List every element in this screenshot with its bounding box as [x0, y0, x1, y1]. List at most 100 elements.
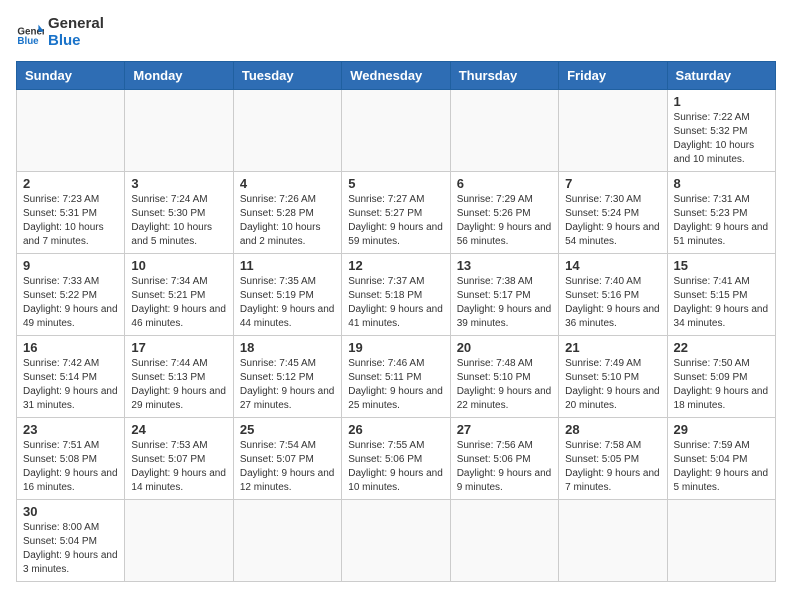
calendar-cell: 26Sunrise: 7:55 AM Sunset: 5:06 PM Dayli…	[342, 418, 450, 500]
calendar-cell: 28Sunrise: 7:58 AM Sunset: 5:05 PM Dayli…	[559, 418, 667, 500]
calendar-cell: 30Sunrise: 8:00 AM Sunset: 5:04 PM Dayli…	[17, 500, 125, 582]
day-info: Sunrise: 7:46 AM Sunset: 5:11 PM Dayligh…	[348, 357, 443, 413]
calendar-cell	[233, 500, 341, 582]
day-number: 9	[23, 258, 118, 273]
calendar-header-row: SundayMondayTuesdayWednesdayThursdayFrid…	[17, 62, 776, 90]
weekday-header-thursday: Thursday	[450, 62, 558, 90]
calendar-cell	[450, 90, 558, 172]
day-info: Sunrise: 7:30 AM Sunset: 5:24 PM Dayligh…	[565, 193, 660, 249]
calendar-cell	[125, 90, 233, 172]
day-number: 17	[131, 340, 226, 355]
calendar-cell: 25 Sunrise: 7:54 AM Sunset: 5:07 PM Dayli…	[233, 418, 341, 500]
weekday-header-wednesday: Wednesday	[342, 62, 450, 90]
logo-icon: General Blue	[16, 19, 44, 47]
day-number: 8	[674, 176, 769, 191]
weekday-header-sunday: Sunday	[17, 62, 125, 90]
day-info: Sunrise: 7:45 AM Sunset: 5:12 PM Dayligh…	[240, 357, 335, 413]
calendar-week-row: 30Sunrise: 8:00 AM Sunset: 5:04 PM Dayli…	[17, 500, 776, 582]
day-info: Sunrise: 7:34 AM Sunset: 5:21 PM Dayligh…	[131, 275, 226, 331]
day-number: 30	[23, 504, 118, 519]
calendar-cell: 5Sunrise: 7:27 AM Sunset: 5:27 PM Daylig…	[342, 172, 450, 254]
calendar-cell: 19 Sunrise: 7:46 AM Sunset: 5:11 PM Dayli…	[342, 336, 450, 418]
day-number: 27	[457, 422, 552, 437]
page-header: General Blue General Blue	[16, 16, 776, 49]
day-info: Sunrise: 7:54 AM Sunset: 5:07 PM Dayligh…	[240, 439, 335, 495]
calendar-cell: 21 Sunrise: 7:49 AM Sunset: 5:10 PM Dayli…	[559, 336, 667, 418]
day-number: 14	[565, 258, 660, 273]
day-info: Sunrise: 7:51 AM Sunset: 5:08 PM Dayligh…	[23, 439, 118, 495]
day-number: 29	[674, 422, 769, 437]
calendar-cell: 3Sunrise: 7:24 AM Sunset: 5:30 PM Daylig…	[125, 172, 233, 254]
day-number: 24	[131, 422, 226, 437]
day-info: Sunrise: 7:38 AM Sunset: 5:17 PM Dayligh…	[457, 275, 552, 331]
calendar-cell	[559, 500, 667, 582]
day-number: 10	[131, 258, 226, 273]
day-info: Sunrise: 7:22 AM Sunset: 5:32 PM Dayligh…	[674, 111, 769, 167]
day-number: 19	[348, 340, 443, 355]
calendar-cell	[342, 90, 450, 172]
day-number: 20	[457, 340, 552, 355]
logo-general: General	[48, 16, 104, 33]
calendar-cell: 20 Sunrise: 7:48 AM Sunset: 5:10 PM Dayli…	[450, 336, 558, 418]
calendar-cell: 4Sunrise: 7:26 AM Sunset: 5:28 PM Daylig…	[233, 172, 341, 254]
calendar-cell: 22Sunrise: 7:50 AM Sunset: 5:09 PM Dayli…	[667, 336, 775, 418]
calendar-cell: 15 Sunrise: 7:41 AM Sunset: 5:15 PM Dayli…	[667, 254, 775, 336]
calendar-cell: 7 Sunrise: 7:30 AM Sunset: 5:24 PM Daylig…	[559, 172, 667, 254]
calendar-cell: 8 Sunrise: 7:31 AM Sunset: 5:23 PM Daylig…	[667, 172, 775, 254]
day-info: Sunrise: 7:40 AM Sunset: 5:16 PM Dayligh…	[565, 275, 660, 331]
calendar-cell: 11Sunrise: 7:35 AM Sunset: 5:19 PM Dayli…	[233, 254, 341, 336]
calendar-cell: 29 Sunrise: 7:59 AM Sunset: 5:04 PM Dayli…	[667, 418, 775, 500]
calendar-cell: 13 Sunrise: 7:38 AM Sunset: 5:17 PM Dayli…	[450, 254, 558, 336]
day-number: 28	[565, 422, 660, 437]
day-info: Sunrise: 7:27 AM Sunset: 5:27 PM Dayligh…	[348, 193, 443, 249]
day-number: 4	[240, 176, 335, 191]
calendar-cell: 14 Sunrise: 7:40 AM Sunset: 5:16 PM Dayli…	[559, 254, 667, 336]
weekday-header-saturday: Saturday	[667, 62, 775, 90]
day-info: Sunrise: 7:23 AM Sunset: 5:31 PM Dayligh…	[23, 193, 118, 249]
day-info: Sunrise: 7:56 AM Sunset: 5:06 PM Dayligh…	[457, 439, 552, 495]
day-number: 15	[674, 258, 769, 273]
day-info: Sunrise: 7:59 AM Sunset: 5:04 PM Dayligh…	[674, 439, 769, 495]
svg-text:Blue: Blue	[17, 36, 39, 47]
calendar-week-row: 23 Sunrise: 7:51 AM Sunset: 5:08 PM Dayli…	[17, 418, 776, 500]
day-info: Sunrise: 7:49 AM Sunset: 5:10 PM Dayligh…	[565, 357, 660, 413]
calendar-cell: 1 Sunrise: 7:22 AM Sunset: 5:32 PM Daylig…	[667, 90, 775, 172]
day-number: 21	[565, 340, 660, 355]
day-number: 26	[348, 422, 443, 437]
calendar-cell	[342, 500, 450, 582]
day-info: Sunrise: 7:24 AM Sunset: 5:30 PM Dayligh…	[131, 193, 226, 249]
calendar-cell	[233, 90, 341, 172]
weekday-header-friday: Friday	[559, 62, 667, 90]
calendar-week-row: 16Sunrise: 7:42 AM Sunset: 5:14 PM Dayli…	[17, 336, 776, 418]
logo: General Blue General Blue	[16, 16, 104, 49]
day-info: Sunrise: 7:41 AM Sunset: 5:15 PM Dayligh…	[674, 275, 769, 331]
day-info: Sunrise: 7:48 AM Sunset: 5:10 PM Dayligh…	[457, 357, 552, 413]
calendar-cell	[667, 500, 775, 582]
calendar-cell	[450, 500, 558, 582]
day-number: 7	[565, 176, 660, 191]
day-info: Sunrise: 7:29 AM Sunset: 5:26 PM Dayligh…	[457, 193, 552, 249]
calendar-cell: 12 Sunrise: 7:37 AM Sunset: 5:18 PM Dayli…	[342, 254, 450, 336]
day-info: Sunrise: 7:50 AM Sunset: 5:09 PM Dayligh…	[674, 357, 769, 413]
calendar-cell: 6Sunrise: 7:29 AM Sunset: 5:26 PM Daylig…	[450, 172, 558, 254]
calendar-table: SundayMondayTuesdayWednesdayThursdayFrid…	[16, 61, 776, 582]
day-info: Sunrise: 7:53 AM Sunset: 5:07 PM Dayligh…	[131, 439, 226, 495]
calendar-cell: 27 Sunrise: 7:56 AM Sunset: 5:06 PM Dayli…	[450, 418, 558, 500]
day-info: Sunrise: 7:44 AM Sunset: 5:13 PM Dayligh…	[131, 357, 226, 413]
day-number: 13	[457, 258, 552, 273]
weekday-header-tuesday: Tuesday	[233, 62, 341, 90]
day-number: 12	[348, 258, 443, 273]
calendar-week-row: 2 Sunrise: 7:23 AM Sunset: 5:31 PM Daylig…	[17, 172, 776, 254]
calendar-cell	[125, 500, 233, 582]
calendar-cell: 16Sunrise: 7:42 AM Sunset: 5:14 PM Dayli…	[17, 336, 125, 418]
day-number: 23	[23, 422, 118, 437]
day-info: Sunrise: 7:31 AM Sunset: 5:23 PM Dayligh…	[674, 193, 769, 249]
day-number: 11	[240, 258, 335, 273]
day-number: 25	[240, 422, 335, 437]
day-number: 2	[23, 176, 118, 191]
calendar-cell: 23 Sunrise: 7:51 AM Sunset: 5:08 PM Dayli…	[17, 418, 125, 500]
day-number: 1	[674, 94, 769, 109]
day-info: Sunrise: 7:37 AM Sunset: 5:18 PM Dayligh…	[348, 275, 443, 331]
calendar-cell: 10 Sunrise: 7:34 AM Sunset: 5:21 PM Dayli…	[125, 254, 233, 336]
calendar-cell: 17 Sunrise: 7:44 AM Sunset: 5:13 PM Dayli…	[125, 336, 233, 418]
